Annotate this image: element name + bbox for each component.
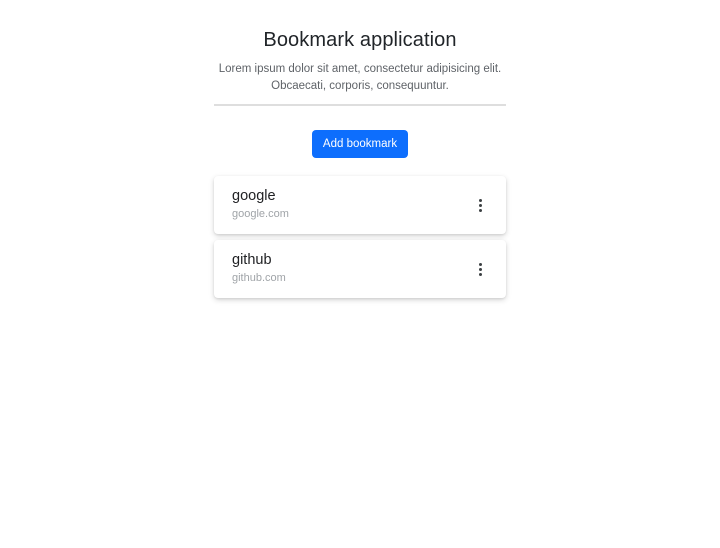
subtitle-line-2: Obcaecati, corporis, consequuntur. xyxy=(271,80,449,92)
more-vert-icon[interactable] xyxy=(470,194,490,216)
bookmark-list: google google.com github github.com xyxy=(214,176,506,304)
bookmark-card[interactable]: github github.com xyxy=(214,240,506,298)
bookmark-url[interactable]: google.com xyxy=(232,207,289,221)
menu-dot xyxy=(478,203,482,207)
page-subtitle: Lorem ipsum dolor sit amet, consectetur … xyxy=(214,61,506,95)
add-bookmark-button[interactable]: Add bookmark xyxy=(312,130,408,158)
menu-dot xyxy=(478,198,482,202)
bookmark-app: Bookmark application Lorem ipsum dolor s… xyxy=(0,0,720,548)
more-vert-icon[interactable] xyxy=(470,258,490,280)
bookmark-name[interactable]: github xyxy=(232,251,272,269)
menu-dot xyxy=(478,272,482,276)
bookmark-url[interactable]: github.com xyxy=(232,271,286,285)
subtitle-line-1: Lorem ipsum dolor sit amet, consectetur … xyxy=(218,63,502,75)
menu-dot xyxy=(478,267,482,271)
divider xyxy=(214,104,506,106)
page-title: Bookmark application xyxy=(263,29,457,51)
menu-dot xyxy=(478,208,482,212)
header: Bookmark application Lorem ipsum dolor s… xyxy=(214,28,506,95)
menu-dot xyxy=(478,262,482,266)
bookmark-name[interactable]: google xyxy=(232,187,276,205)
bookmark-card[interactable]: google google.com xyxy=(214,176,506,234)
